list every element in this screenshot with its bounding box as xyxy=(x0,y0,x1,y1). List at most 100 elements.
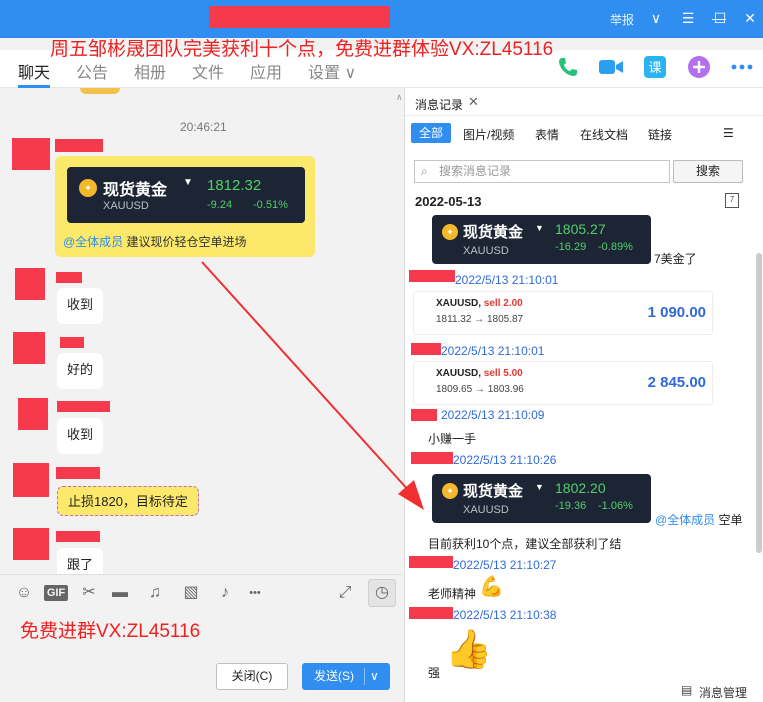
history-tab-all[interactable]: 全部 xyxy=(411,123,451,143)
tab-album[interactable]: 相册 xyxy=(134,59,166,83)
history-search-input[interactable]: 搜索消息记录 xyxy=(414,160,670,183)
sender-name xyxy=(409,270,455,282)
trade-side: sell 5.00 xyxy=(483,368,523,379)
gold-coin-icon: ✦ xyxy=(442,483,458,499)
calendar-icon[interactable]: 7 xyxy=(725,193,739,208)
ticker-price: 1802.20 xyxy=(555,480,606,496)
trade-symbol: XAUUSD, xyxy=(436,368,482,379)
flex-arm-emoji-icon: 💪 xyxy=(479,576,504,598)
message-bubble-highlight[interactable]: 止损1820，目标待定 xyxy=(57,486,199,516)
tab-chat[interactable]: 聊天 xyxy=(18,59,50,83)
ticker-price: 1812.32 xyxy=(207,177,262,194)
chat-area[interactable]: ∧ 20:46:21 ✦ 现货黄金 ▼ XAUUSD 1812.32 -9.24… xyxy=(0,88,403,574)
gold-ticker-card[interactable]: ✦ 现货黄金 ▼ XAUUSD 1812.32 -9.24 -0.51% xyxy=(67,167,305,223)
trade-result-card[interactable]: XAUUSD, sell 5.00 1809.65 → 1803.96 2 84… xyxy=(413,361,713,405)
sender-name xyxy=(57,401,110,412)
message-time: 2022/5/13 21:10:27 xyxy=(453,558,557,572)
message-time: 2022/5/13 21:10:01 xyxy=(441,344,545,358)
shake-icon[interactable]: ♫ xyxy=(145,583,165,603)
scrollbar[interactable] xyxy=(756,253,762,553)
caret-down-icon: ▼ xyxy=(535,482,544,492)
gold-ticker-card[interactable]: ✦ 现货黄金 ▼ XAUUSD 1805.27 -16.29 -0.89% xyxy=(432,215,651,264)
video-call-icon[interactable] xyxy=(597,53,625,81)
message-input[interactable]: 免费进群VX:ZL45116 关闭(C) 发送(S) ∨ xyxy=(0,610,403,702)
maximize-icon[interactable]: ☐ xyxy=(711,9,729,27)
tab-files[interactable]: 文件 xyxy=(192,59,224,83)
avatar[interactable] xyxy=(15,268,45,300)
chat-timestamp: 20:46:21 xyxy=(180,120,227,134)
bell-icon[interactable]: ♪ xyxy=(215,583,235,603)
message-manage-link[interactable]: 消息管理 xyxy=(699,684,747,701)
history-tab-stickers[interactable]: 表情 xyxy=(535,126,559,143)
history-icon[interactable]: ◷ xyxy=(368,579,396,607)
tab-settings[interactable]: 设置 ∨ xyxy=(308,59,356,83)
add-app-icon[interactable] xyxy=(685,53,713,81)
tab-announcement[interactable]: 公告 xyxy=(76,59,108,83)
class-icon[interactable]: 课 xyxy=(641,53,669,81)
phone-icon[interactable] xyxy=(554,53,582,81)
message-manage-icon[interactable]: ▤ xyxy=(681,683,692,697)
message-time: 2022/5/13 21:10:09 xyxy=(441,408,545,422)
history-tab-links[interactable]: 链接 xyxy=(648,126,672,143)
more-icon[interactable] xyxy=(728,53,756,81)
close-icon[interactable]: ✕ xyxy=(468,94,479,110)
scissors-icon[interactable]: ✂ xyxy=(79,583,99,603)
history-date: 2022-05-13 xyxy=(415,194,482,209)
scroll-up-icon[interactable]: ∧ xyxy=(396,92,403,103)
ticker-name: 现货黄金 xyxy=(463,483,524,500)
report-link[interactable]: 举报 xyxy=(610,11,634,28)
avatar[interactable] xyxy=(13,332,45,364)
mention-all[interactable]: @全体成员 xyxy=(655,513,715,527)
message-text: 7美金了 xyxy=(654,252,697,266)
gold-ticker-card[interactable]: ✦ 现货黄金 ▼ XAUUSD 1802.20 -19.36 -1.06% xyxy=(432,474,651,523)
history-footer: ▤ 消息管理 xyxy=(405,680,763,702)
close-button[interactable]: 关闭(C) xyxy=(216,663,288,690)
input-toolbar: ☺ GIF ✂ ▬ ♫ ▧ ♪ ••• ⤢ ◷ xyxy=(0,574,403,610)
gold-coin-icon: ✦ xyxy=(442,224,458,240)
image-icon[interactable]: ▧ xyxy=(181,583,201,603)
sender-name xyxy=(411,343,441,355)
chevron-down-icon[interactable]: ∨ xyxy=(647,9,665,27)
history-tabs: 全部 图片/视频 表情 在线文档 链接 ☰ xyxy=(405,121,763,145)
emoji-icon[interactable]: ☺ xyxy=(14,583,34,603)
filter-icon[interactable]: ☰ xyxy=(723,126,734,140)
send-options-icon[interactable]: ∨ xyxy=(370,663,379,690)
history-tab-media[interactable]: 图片/视频 xyxy=(463,126,514,143)
close-icon[interactable]: ✕ xyxy=(741,9,759,27)
emoji-fragment xyxy=(80,88,120,94)
menu-icon[interactable]: ☰ xyxy=(679,9,697,27)
trade-side: sell 2.00 xyxy=(483,298,523,309)
gold-quote-message[interactable]: ✦ 现货黄金 ▼ XAUUSD 1812.32 -9.24 -0.51% @全体… xyxy=(55,156,315,257)
avatar[interactable] xyxy=(13,463,49,497)
send-label: 发送(S) xyxy=(314,669,354,683)
avatar[interactable] xyxy=(13,528,49,560)
message-time: 2022/5/13 21:10:26 xyxy=(453,453,557,467)
send-button[interactable]: 发送(S) ∨ xyxy=(302,663,390,690)
more-icon[interactable]: ••• xyxy=(245,583,265,603)
trade-symbol: XAUUSD, xyxy=(436,298,482,309)
title-bar: 举报 ∨ ☰ — ☐ ✕ xyxy=(0,0,763,38)
expand-icon[interactable]: ⤢ xyxy=(335,583,355,603)
search-button[interactable]: 搜索 xyxy=(673,160,743,183)
tab-apps[interactable]: 应用 xyxy=(250,59,282,83)
message-bubble[interactable]: 收到 xyxy=(57,418,104,454)
sender-name xyxy=(56,272,82,283)
message-bubble[interactable]: 跟了 xyxy=(57,548,104,574)
input-text[interactable]: 免费进群VX:ZL45116 xyxy=(20,616,200,643)
avatar[interactable] xyxy=(12,138,50,170)
sender-name xyxy=(411,409,437,421)
ticker-name: 现货黄金 xyxy=(103,182,168,199)
gif-icon[interactable]: GIF xyxy=(44,585,68,601)
svg-text:课: 课 xyxy=(648,61,661,76)
message-bubble[interactable]: 好的 xyxy=(57,353,104,389)
avatar[interactable] xyxy=(18,398,48,430)
message-bubble[interactable]: 收到 xyxy=(57,288,104,324)
history-header: 消息记录 ✕ xyxy=(405,88,763,116)
trade-result-card[interactable]: XAUUSD, sell 2.00 1811.32 → 1805.87 1 09… xyxy=(413,291,713,335)
mention-all[interactable]: @全体成员 xyxy=(63,235,123,249)
sender-name xyxy=(56,467,100,479)
ticker-change-pct: -1.06% xyxy=(598,500,633,512)
folder-icon[interactable]: ▬ xyxy=(110,583,130,603)
ticker-change: -9.24 xyxy=(207,199,233,211)
history-tab-docs[interactable]: 在线文档 xyxy=(580,126,628,143)
